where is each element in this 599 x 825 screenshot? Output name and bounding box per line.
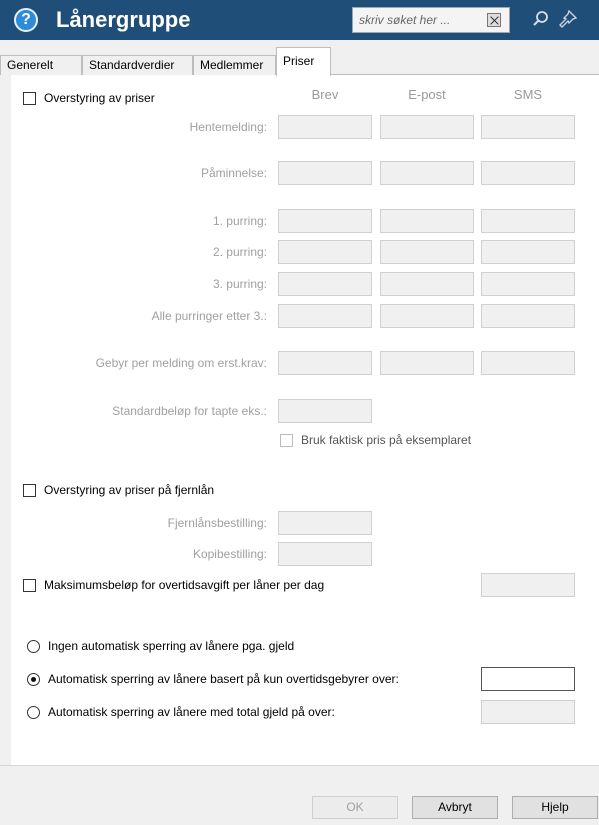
blocking-option-total[interactable]: Automatisk sperring av lånere med total … [27,705,335,719]
pickup-notice-letter-field[interactable] [278,115,372,139]
window-title: Lånergruppe [56,7,191,32]
blocking-radio-none[interactable] [27,639,40,653]
later-recalls-label: Alle purringer etter 3.: [151,309,267,323]
column-header-sms: SMS [513,87,543,102]
tab-generelt[interactable]: Generelt [0,55,82,75]
column-header-brev: Brev [311,87,339,102]
first-recall-label: 1. purring: [212,214,267,228]
override-ill-checkbox-row[interactable]: Overstyring av priser på fjernlån [23,483,214,497]
blocking-option-overdue[interactable]: Automatisk sperring av lånere basert på … [27,672,399,686]
compensation-fee-email-field[interactable] [380,351,474,375]
actual-price-label: Bruk faktisk pris på eksemplaret [301,433,472,447]
actual-price-checkbox[interactable] [280,433,293,447]
max-fee-checkbox[interactable] [23,578,36,592]
prices-panel: Overstyring av priser Brev E-post SMS He… [11,75,599,765]
search-input[interactable] [353,8,463,32]
dialog-footer: OK Avbryt Hjelp [0,765,599,825]
copy-order-field[interactable] [278,542,372,566]
later-recalls-sms-field[interactable] [481,304,575,328]
blocking-option-overdue-label: Automatisk sperring av lånere basert på … [48,672,399,686]
column-header-epost: E-post [408,87,446,102]
second-recall-label: 2. purring: [212,245,267,259]
standard-amount-label: Standardbeløp for tapte eks.: [112,404,267,418]
total-debt-threshold-field[interactable] [481,700,575,724]
ill-order-field[interactable] [278,511,372,535]
cancel-button[interactable]: Avbryt [412,796,498,819]
reminder-sms-field[interactable] [481,161,575,185]
pickup-notice-label: Hentemelding: [189,120,267,134]
blocking-radio-overdue[interactable] [27,672,40,686]
search-icon[interactable] [532,10,550,28]
third-recall-email-field[interactable] [380,272,474,296]
override-prices-label: Overstyring av priser [44,91,155,105]
compensation-fee-sms-field[interactable] [481,351,575,375]
help-button[interactable]: Hjelp [512,796,598,819]
override-prices-checkbox-row[interactable]: Overstyring av priser [23,91,155,105]
override-prices-checkbox[interactable] [23,91,36,105]
help-icon[interactable]: ? [14,8,38,32]
pickup-notice-sms-field[interactable] [481,115,575,139]
clear-search-icon[interactable] [487,13,501,27]
ok-button[interactable]: OK [312,796,398,819]
tab-bar: Generelt Standardverdier Medlemmer Prise… [0,47,599,76]
title-bar: ? Lånergruppe [0,0,599,40]
override-ill-label: Overstyring av priser på fjernlån [44,483,215,497]
blocking-radio-total[interactable] [27,705,40,719]
compensation-fee-letter-field[interactable] [278,351,372,375]
reminder-label: Påminnelse: [200,166,267,180]
compensation-fee-label: Gebyr per melding om erst.krav: [95,356,267,370]
tab-standardverdier[interactable]: Standardverdier [82,55,193,75]
first-recall-letter-field[interactable] [278,209,372,233]
pickup-notice-email-field[interactable] [380,115,474,139]
max-fee-checkbox-row[interactable]: Maksimumsbeløp for overtidsavgift per lå… [23,578,324,592]
max-fee-label: Maksimumsbeløp for overtidsavgift per lå… [44,578,325,592]
overdue-threshold-field[interactable] [481,667,575,691]
tab-priser[interactable]: Priser [276,47,331,76]
reminder-letter-field[interactable] [278,161,372,185]
second-recall-letter-field[interactable] [278,240,372,264]
first-recall-email-field[interactable] [380,209,474,233]
second-recall-sms-field[interactable] [481,240,575,264]
third-recall-sms-field[interactable] [481,272,575,296]
max-fee-field[interactable] [481,573,575,597]
second-recall-email-field[interactable] [380,240,474,264]
reminder-email-field[interactable] [380,161,474,185]
blocking-option-total-label: Automatisk sperring av lånere med total … [48,705,335,719]
first-recall-sms-field[interactable] [481,209,575,233]
search-box[interactable] [352,7,510,33]
pin-icon[interactable] [556,9,578,29]
blocking-option-none-label: Ingen automatisk sperring av lånere pga.… [48,639,295,653]
actual-price-checkbox-row[interactable]: Bruk faktisk pris på eksemplaret [280,433,471,447]
third-recall-letter-field[interactable] [278,272,372,296]
blocking-option-none[interactable]: Ingen automatisk sperring av lånere pga.… [27,639,294,653]
ill-order-label: Fjernlånsbestilling: [167,516,267,530]
tab-medlemmer[interactable]: Medlemmer [193,55,276,75]
third-recall-label: 3. purring: [212,277,267,291]
override-ill-checkbox[interactable] [23,483,36,497]
standard-amount-field[interactable] [278,399,372,423]
later-recalls-email-field[interactable] [380,304,474,328]
copy-order-label: Kopibestilling: [192,547,267,561]
later-recalls-letter-field[interactable] [278,304,372,328]
